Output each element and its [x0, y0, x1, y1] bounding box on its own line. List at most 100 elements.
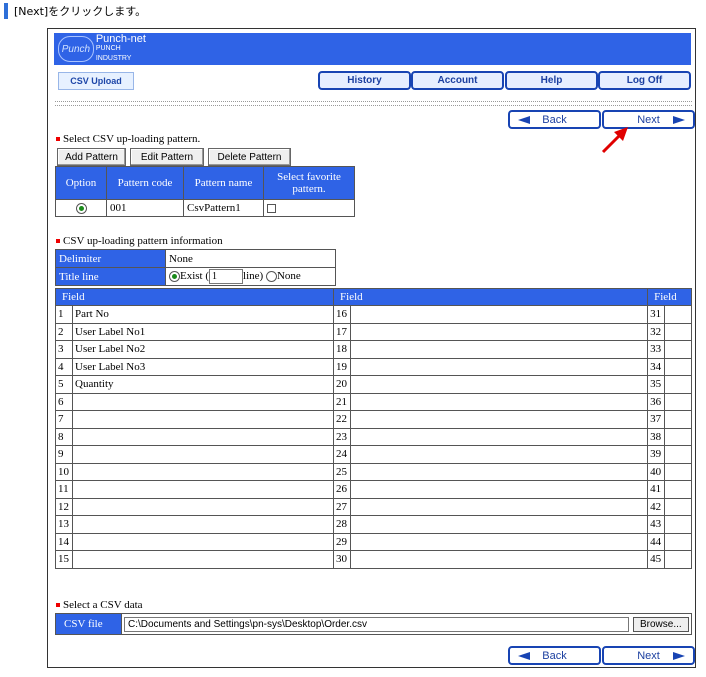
csv-file-path-input[interactable]: C:\Documents and Settings\pn-sys\Desktop…: [124, 616, 629, 632]
name-header: Pattern name: [183, 166, 264, 200]
field-value[interactable]: User Label No2: [71, 340, 335, 359]
logoff-button[interactable]: Log Off: [598, 71, 691, 90]
back-label: Back: [542, 113, 567, 126]
field-number: 10: [55, 462, 73, 481]
left-arrow-icon: [518, 115, 530, 124]
field-value[interactable]: [71, 532, 335, 551]
back-button-bottom[interactable]: Back: [508, 646, 601, 665]
field-value[interactable]: [664, 375, 692, 394]
field-value[interactable]: [71, 392, 335, 411]
field-row: 15 30 45: [55, 550, 692, 569]
none-radio[interactable]: [265, 271, 277, 282]
field-value[interactable]: [664, 445, 692, 464]
field-value[interactable]: [350, 532, 649, 551]
field-value[interactable]: [350, 305, 649, 324]
browse-button[interactable]: Browse...: [633, 616, 689, 632]
field-number: 22: [333, 410, 352, 429]
field-number: 11: [55, 480, 73, 499]
field-number: 19: [333, 357, 352, 376]
history-button[interactable]: History: [318, 71, 411, 90]
field-value[interactable]: [664, 392, 692, 411]
field-value[interactable]: [350, 357, 649, 376]
field-number: 28: [333, 515, 352, 534]
field-value[interactable]: [71, 497, 335, 516]
pattern-info-table: Delimiter None Title line Exist (1 line) …: [55, 249, 336, 286]
left-arrow-icon: [518, 651, 530, 660]
field-value[interactable]: [664, 305, 692, 324]
logo-mark: Punch: [58, 36, 94, 62]
field-header-2: Field: [333, 288, 649, 306]
csvdata-section-label: Select a CSV data: [63, 599, 143, 611]
field-value[interactable]: [664, 550, 692, 569]
title-lines-input[interactable]: 1: [209, 269, 244, 284]
field-value[interactable]: [350, 497, 649, 516]
account-button[interactable]: Account: [411, 71, 504, 90]
field-number: 16: [333, 305, 352, 324]
field-value[interactable]: [664, 462, 692, 481]
field-value[interactable]: [350, 550, 649, 569]
field-row: 11 26 41: [55, 480, 692, 499]
field-value[interactable]: Part No: [71, 305, 335, 324]
exist-radio[interactable]: [169, 271, 180, 282]
pattern-radio[interactable]: [75, 202, 87, 214]
favorite-cell: [263, 199, 355, 217]
favorite-checkbox[interactable]: [267, 203, 276, 213]
title-line-label: Title line: [55, 267, 166, 286]
pattern-section-title: Select CSV up-loading pattern.: [56, 133, 200, 145]
caption-bar: [4, 3, 8, 19]
field-value[interactable]: User Label No3: [71, 357, 335, 376]
field-value[interactable]: [664, 480, 692, 499]
field-value[interactable]: [71, 462, 335, 481]
field-number: 21: [333, 392, 352, 411]
field-number: 41: [647, 480, 666, 499]
field-value[interactable]: [350, 375, 649, 394]
field-row: 14 29 44: [55, 532, 692, 551]
field-value[interactable]: [664, 410, 692, 429]
field-value[interactable]: [350, 322, 649, 341]
field-value[interactable]: [71, 427, 335, 446]
delete-pattern-button[interactable]: Delete Pattern: [208, 148, 291, 166]
field-value[interactable]: [350, 445, 649, 464]
field-value[interactable]: [350, 427, 649, 446]
field-value[interactable]: [71, 410, 335, 429]
field-value[interactable]: User Label No1: [71, 322, 335, 341]
field-number: 29: [333, 532, 352, 551]
field-value[interactable]: [664, 427, 692, 446]
field-value[interactable]: [350, 480, 649, 499]
back-label: Back: [542, 649, 567, 662]
field-value[interactable]: [664, 322, 692, 341]
help-button[interactable]: Help: [505, 71, 598, 90]
field-value[interactable]: [664, 497, 692, 516]
field-value[interactable]: [350, 340, 649, 359]
field-value[interactable]: [71, 480, 335, 499]
field-value[interactable]: [664, 532, 692, 551]
field-number: 24: [333, 445, 352, 464]
field-number: 9: [55, 445, 73, 464]
field-value[interactable]: [350, 462, 649, 481]
next-button-bottom[interactable]: Next: [602, 646, 695, 665]
field-value[interactable]: [350, 410, 649, 429]
field-value[interactable]: [664, 357, 692, 376]
field-value[interactable]: [664, 515, 692, 534]
add-pattern-button[interactable]: Add Pattern: [57, 148, 126, 166]
field-number: 27: [333, 497, 352, 516]
pattern-code: 001: [106, 199, 184, 217]
field-row: 5 Quantity 20 35: [55, 375, 692, 394]
field-value[interactable]: [664, 340, 692, 359]
field-value[interactable]: [71, 445, 335, 464]
back-button-top[interactable]: Back: [508, 110, 601, 129]
logo-company: PUNCH INDUSTRY: [95, 45, 132, 62]
pattern-name: CsvPattern1: [183, 199, 264, 217]
field-value[interactable]: [350, 392, 649, 411]
field-number: 40: [647, 462, 666, 481]
field-value[interactable]: [71, 550, 335, 569]
field-number: 20: [333, 375, 352, 394]
field-row: 3 User Label No2 18 33: [55, 340, 692, 359]
edit-pattern-button[interactable]: Edit Pattern: [130, 148, 204, 166]
field-number: 33: [647, 340, 666, 359]
field-value[interactable]: [350, 515, 649, 534]
field-value[interactable]: Quantity: [71, 375, 335, 394]
next-label: Next: [637, 113, 660, 126]
field-row: 2 User Label No1 17 32: [55, 322, 692, 341]
field-value[interactable]: [71, 515, 335, 534]
